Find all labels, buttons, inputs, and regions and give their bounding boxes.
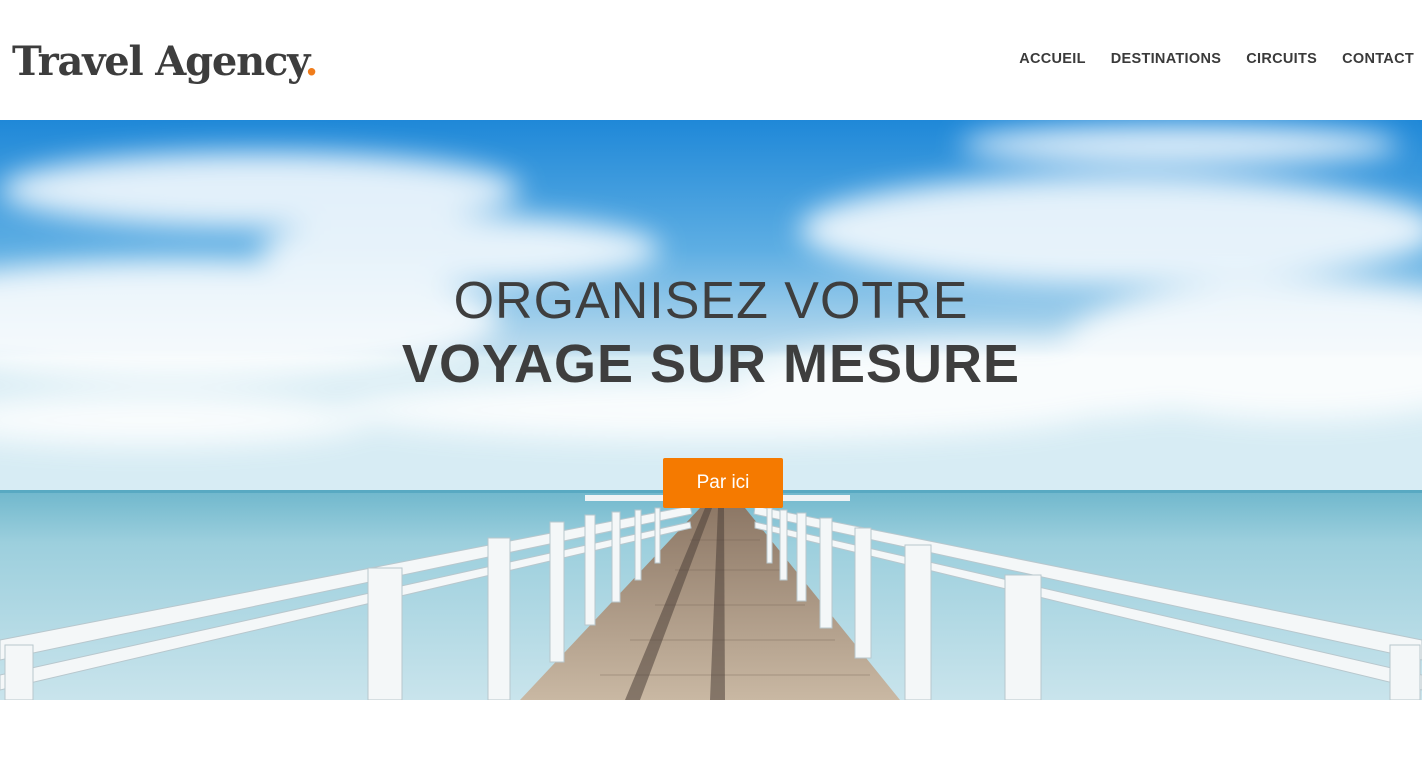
nav-item-contact[interactable]: CONTACT <box>1317 48 1414 70</box>
hero-headline: ORGANISEZ VOTRE VOYAGE SUR MESURE <box>0 270 1422 396</box>
site-logo[interactable]: Travel Agency. <box>12 38 319 86</box>
hero-line-1: ORGANISEZ VOTRE <box>453 272 969 330</box>
par-ici-button[interactable]: Par ici <box>663 458 783 508</box>
hero-background-image <box>0 120 1422 700</box>
main-nav: ACCUEIL DESTINATIONS CIRCUITS CONTACT <box>994 48 1414 70</box>
logo-dot: . <box>304 38 319 85</box>
logo-text: Travel Agency <box>12 38 306 85</box>
site-header: Travel Agency. ACCUEIL DESTINATIONS CIRC… <box>0 0 1422 120</box>
nav-item-destinations[interactable]: DESTINATIONS <box>1086 48 1221 70</box>
nav-item-circuits[interactable]: CIRCUITS <box>1221 48 1317 70</box>
hero-banner: ORGANISEZ VOTRE VOYAGE SUR MESURE Par ic… <box>0 120 1422 700</box>
hero-line-2: VOYAGE SUR MESURE <box>401 334 1021 394</box>
nav-item-accueil[interactable]: ACCUEIL <box>994 48 1086 70</box>
